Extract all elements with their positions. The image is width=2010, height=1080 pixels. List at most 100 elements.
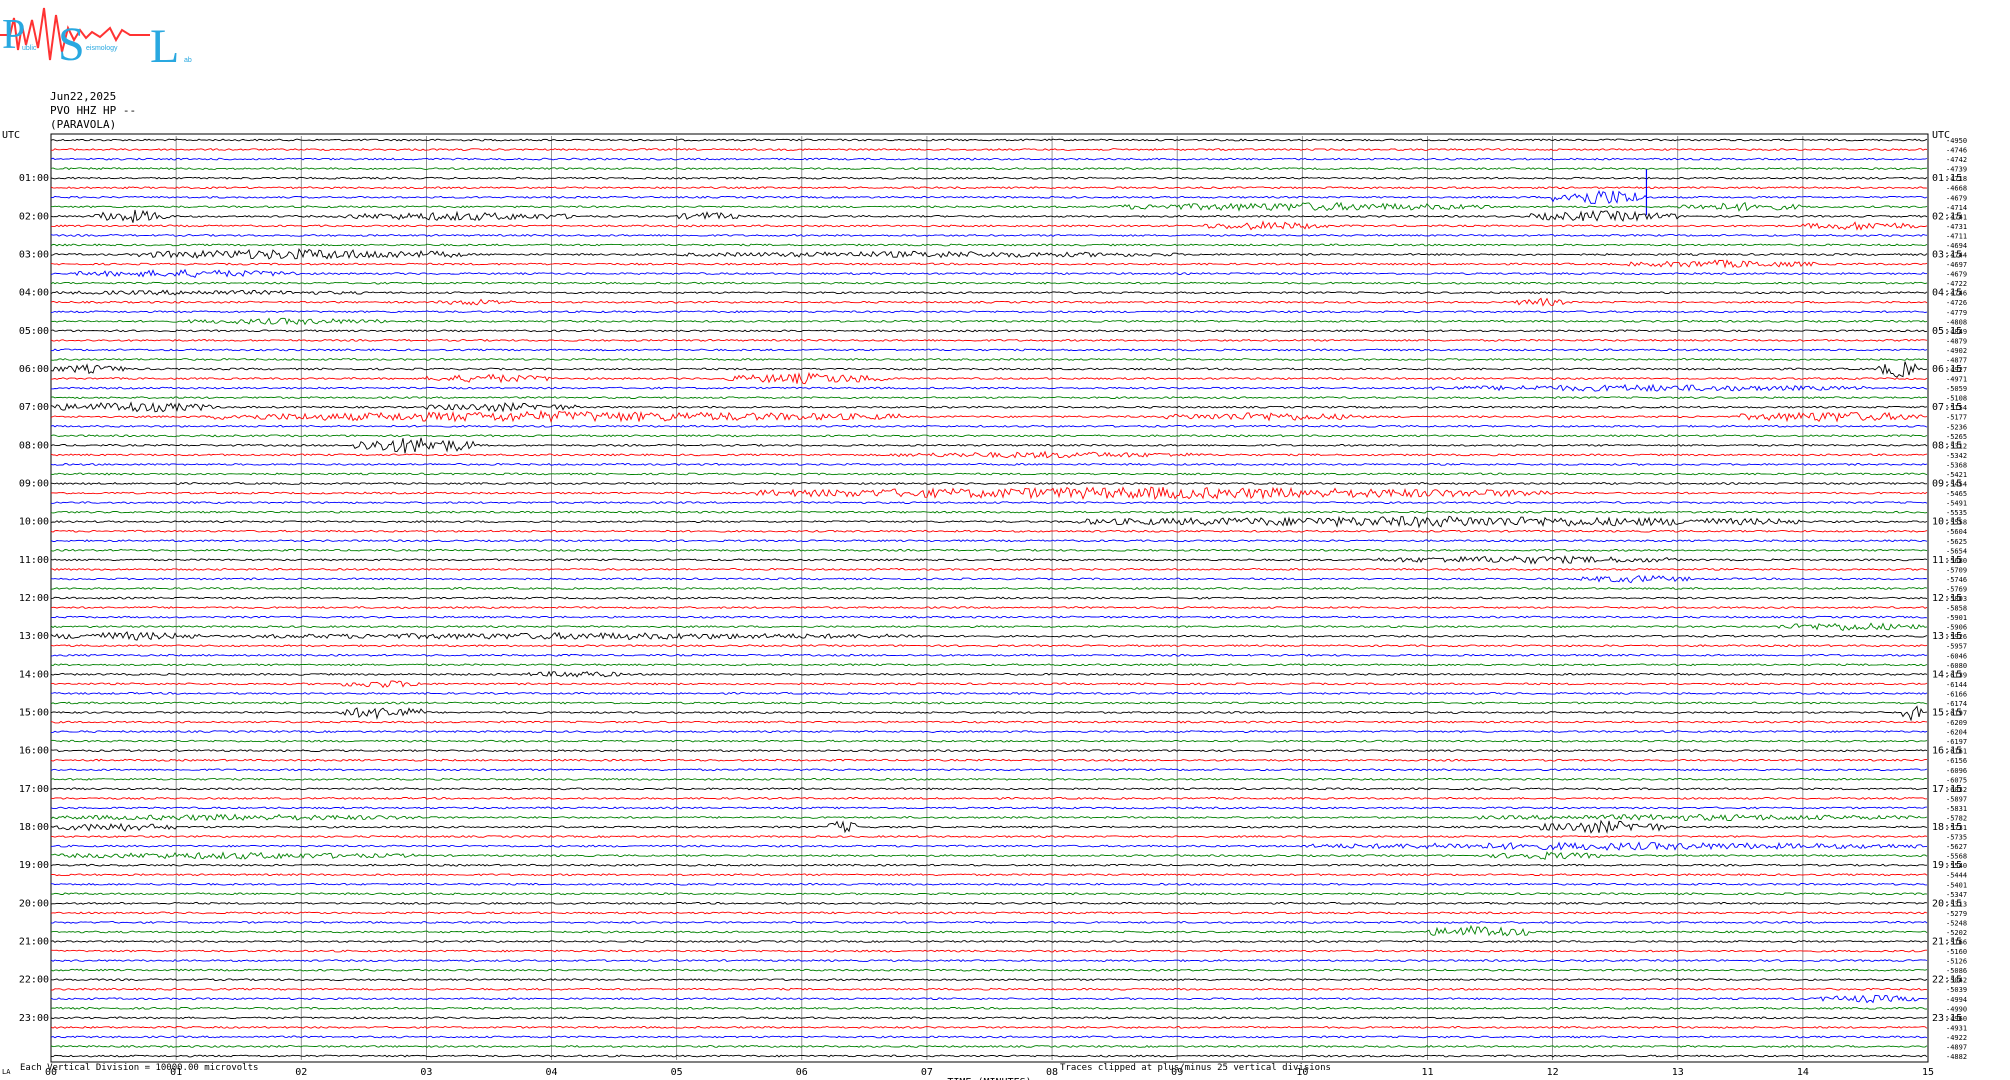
seismic-trace [50, 317, 1928, 326]
seismic-trace [50, 361, 1928, 378]
left-hour-label: 23:00 [19, 1013, 49, 1024]
right-hour-label: 22:15 [1932, 975, 1962, 986]
left-hour-label: 17:00 [19, 784, 49, 795]
seismic-trace [50, 978, 1928, 982]
trace-offset-label: -5858 [1946, 605, 1967, 613]
left-hour-label: 02:00 [19, 211, 49, 222]
seismic-trace [50, 555, 1928, 565]
left-hour-label: 10:00 [19, 517, 49, 528]
footer-scale-note: Each Vertical Division = 10000.00 microv… [20, 1063, 259, 1073]
x-tick-label: 15 [1922, 1067, 1934, 1078]
seismic-trace [50, 338, 1928, 342]
trace-offset-label: -4922 [1946, 1034, 1967, 1042]
seismic-trace [50, 968, 1928, 972]
trace-offset-label: -4679 [1946, 194, 1967, 202]
right-hour-label: 19:15 [1932, 860, 1962, 871]
seismic-trace [50, 259, 1928, 269]
seismic-trace [50, 167, 1928, 171]
right-hour-label: 23:15 [1932, 1013, 1962, 1024]
seismic-trace [50, 644, 1928, 648]
left-hour-label: 04:00 [19, 288, 49, 299]
right-hour-label: 04:15 [1932, 288, 1962, 299]
seismic-trace [50, 691, 1928, 695]
trace-offset-label: -4879 [1946, 337, 1967, 345]
seismic-trace [50, 383, 1928, 393]
seismic-trace [50, 851, 1928, 860]
seismic-trace [50, 701, 1928, 705]
seismic-trace [50, 401, 1928, 413]
seismic-trace [50, 653, 1928, 657]
x-tick-label: 05 [671, 1067, 683, 1078]
seismic-trace [50, 758, 1928, 762]
seismic-trace [50, 680, 1928, 689]
trace-offset-label: -4882 [1946, 1053, 1967, 1061]
seismic-trace [50, 190, 1928, 205]
trace-offset-label: -4931 [1946, 1024, 1967, 1032]
left-utc-label: UTC [2, 130, 20, 141]
seismic-trace [50, 575, 1928, 584]
seismic-trace [50, 994, 1928, 1004]
seismic-trace [50, 819, 1928, 835]
seismic-trace [50, 281, 1928, 285]
trace-offset-label: -4897 [1946, 1043, 1967, 1051]
seismic-trace [50, 1025, 1928, 1029]
seismic-trace [50, 1035, 1928, 1039]
trace-offset-label: -4679 [1946, 271, 1967, 279]
trace-offset-label: -5039 [1946, 986, 1967, 994]
trace-offset-label: -5709 [1946, 566, 1967, 574]
right-hour-label: 07:15 [1932, 402, 1962, 413]
trace-offset-label: -5342 [1946, 452, 1967, 460]
left-hour-label: 12:00 [19, 593, 49, 604]
seismic-trace [50, 924, 1928, 937]
seismic-trace [50, 787, 1928, 791]
right-hour-label: 12:15 [1932, 593, 1962, 604]
seismic-trace [50, 233, 1928, 237]
right-hour-label: 18:15 [1932, 822, 1962, 833]
seismic-trace [50, 529, 1928, 533]
left-hour-label: 15:00 [19, 708, 49, 719]
right-hour-label: 01:15 [1932, 173, 1962, 184]
left-hour-label: 13:00 [19, 631, 49, 642]
seismic-trace [50, 777, 1928, 781]
left-hour-label: 03:00 [19, 250, 49, 261]
seismic-trace [50, 371, 1928, 385]
right-hour-label: 09:15 [1932, 479, 1962, 490]
trace-offset-label: -5236 [1946, 423, 1967, 431]
trace-offset-label: -4779 [1946, 309, 1967, 317]
seismic-trace [50, 615, 1928, 619]
trace-offset-label: -5746 [1946, 576, 1967, 584]
seismic-trace [50, 176, 1928, 180]
trace-offset-label: -6166 [1946, 690, 1967, 698]
seismic-trace [50, 472, 1928, 476]
right-hour-label: 16:15 [1932, 746, 1962, 757]
seismic-trace [50, 959, 1928, 963]
right-hour-label: 03:15 [1932, 250, 1962, 261]
trace-offset-label: -4697 [1946, 261, 1967, 269]
trace-offset-label: -4746 [1946, 147, 1967, 155]
trace-offset-label: -4668 [1946, 185, 1967, 193]
helicorder-plot: -4950-4746-4742-4739-4718-4668-4679-4714… [2, 130, 1967, 1080]
trace-offset-label: -4726 [1946, 299, 1967, 307]
right-utc-label: UTC [1932, 130, 1950, 141]
seismic-trace [50, 739, 1928, 743]
footer-clip-note: Traces clipped at plus/minus 25 vertical… [1060, 1063, 1331, 1073]
seismic-trace [50, 835, 1928, 838]
seismic-trace [50, 806, 1928, 810]
seismic-trace [50, 157, 1928, 161]
trace-offset-label: -5627 [1946, 843, 1967, 851]
seismic-trace [50, 329, 1928, 333]
seismic-trace [50, 148, 1928, 151]
trace-offset-label: -4742 [1946, 156, 1967, 164]
x-tick-label: 02 [295, 1067, 307, 1078]
trace-offset-label: -6096 [1946, 767, 1967, 775]
trace-offset-label: -5831 [1946, 805, 1967, 813]
left-hour-label: 06:00 [19, 364, 49, 375]
seismic-trace [50, 450, 1928, 459]
x-tick-label: 08 [1046, 1067, 1058, 1078]
seismic-trace [50, 705, 1928, 722]
right-hour-label: 20:15 [1932, 898, 1962, 909]
seismic-trace [50, 220, 1928, 231]
trace-offset-label: -5177 [1946, 414, 1967, 422]
x-tick-label: 12 [1547, 1067, 1559, 1078]
right-hour-label: 08:15 [1932, 440, 1962, 451]
